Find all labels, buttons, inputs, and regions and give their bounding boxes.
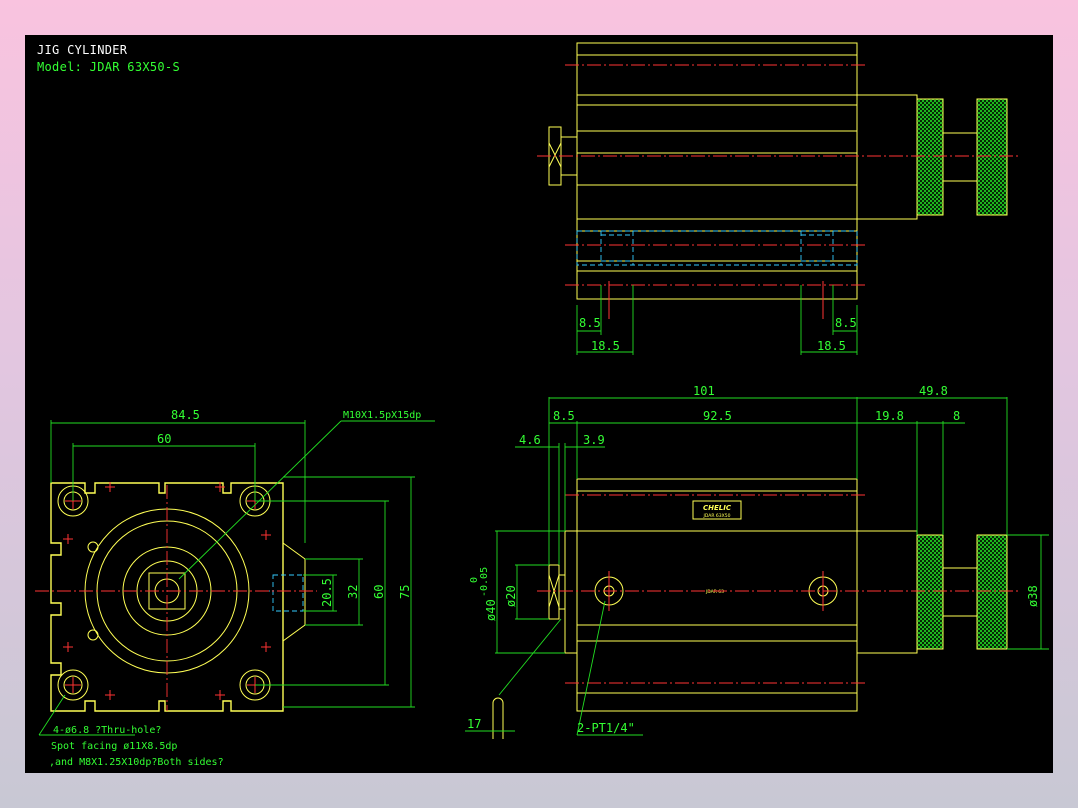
dim-front-width: 84.5 — [171, 408, 200, 422]
cad-drawing: 8.5 18.5 8.5 18.5 CHELIC JDAR 63X50 JDAR… — [35, 42, 1049, 768]
brand-sub-label: JDAR 63X50 — [703, 513, 731, 519]
dim-rod-extension: 49.8 — [919, 384, 948, 398]
top-knurl-nut — [916, 98, 944, 216]
dim-bore-tol-lower: -0.05 — [479, 567, 490, 597]
dim-v-60: 60 — [372, 585, 386, 599]
dim-cap: 8.5 — [553, 409, 575, 423]
dim-groove: 17 — [467, 717, 481, 731]
dim-knurl-gap: 19.8 — [875, 409, 904, 423]
dim-flange-a: 4.6 — [519, 433, 541, 447]
side-view: CHELIC JDAR 63X50 JDAR 63 101 49.8 8.5 9… — [465, 384, 1049, 739]
dim-top-right-large: 18.5 — [817, 339, 846, 353]
side-knurl-nut — [916, 534, 944, 650]
dim-knurl-width: 8 — [953, 409, 960, 423]
top-rod-housing — [856, 94, 918, 220]
top-knurl-knob — [976, 98, 1008, 216]
dim-knurl-dia: ø38 — [1026, 585, 1040, 607]
brand-label: CHELIC — [703, 504, 732, 512]
note-holes-2: Spot facing ø11X8.5dp — [51, 741, 177, 752]
dim-v-20-5: 20.5 — [320, 578, 334, 607]
note-holes-1: 4-ø6.8 ?Thru-hole? — [53, 725, 161, 736]
dim-v-32: 32 — [346, 585, 360, 599]
note-holes-3: ,and M8X1.25X10dp?Both sides? — [49, 757, 224, 768]
dim-flange-b: 3.9 — [583, 433, 605, 447]
top-view: 8.5 18.5 8.5 18.5 — [537, 42, 1021, 355]
dim-top-left-small: 8.5 — [579, 316, 601, 330]
dim-body: 92.5 — [703, 409, 732, 423]
dim-top-left-large: 18.5 — [591, 339, 620, 353]
dim-bore: ø40 — [484, 599, 498, 621]
note-thread: M10X1.5pX15dp — [343, 410, 421, 421]
drawing-sheet: JIG CYLINDER Model: JDAR 63X50-S 8.5 18.… — [25, 35, 1053, 773]
note-port: 2-PT1/4" — [577, 721, 635, 735]
dim-v-75: 75 — [398, 585, 412, 599]
dim-top-right-small: 8.5 — [835, 316, 857, 330]
side-knurl-knob — [976, 534, 1008, 650]
center-mark: JDAR 63 — [705, 589, 724, 595]
dim-front-pitch: 60 — [157, 432, 171, 446]
dim-length-overall: 101 — [693, 384, 715, 398]
dim-rod: ø20 — [504, 585, 518, 607]
front-view: 84.5 60 20.5 32 60 75 M10X1.5pX15dp 4-ø6… — [35, 408, 435, 768]
